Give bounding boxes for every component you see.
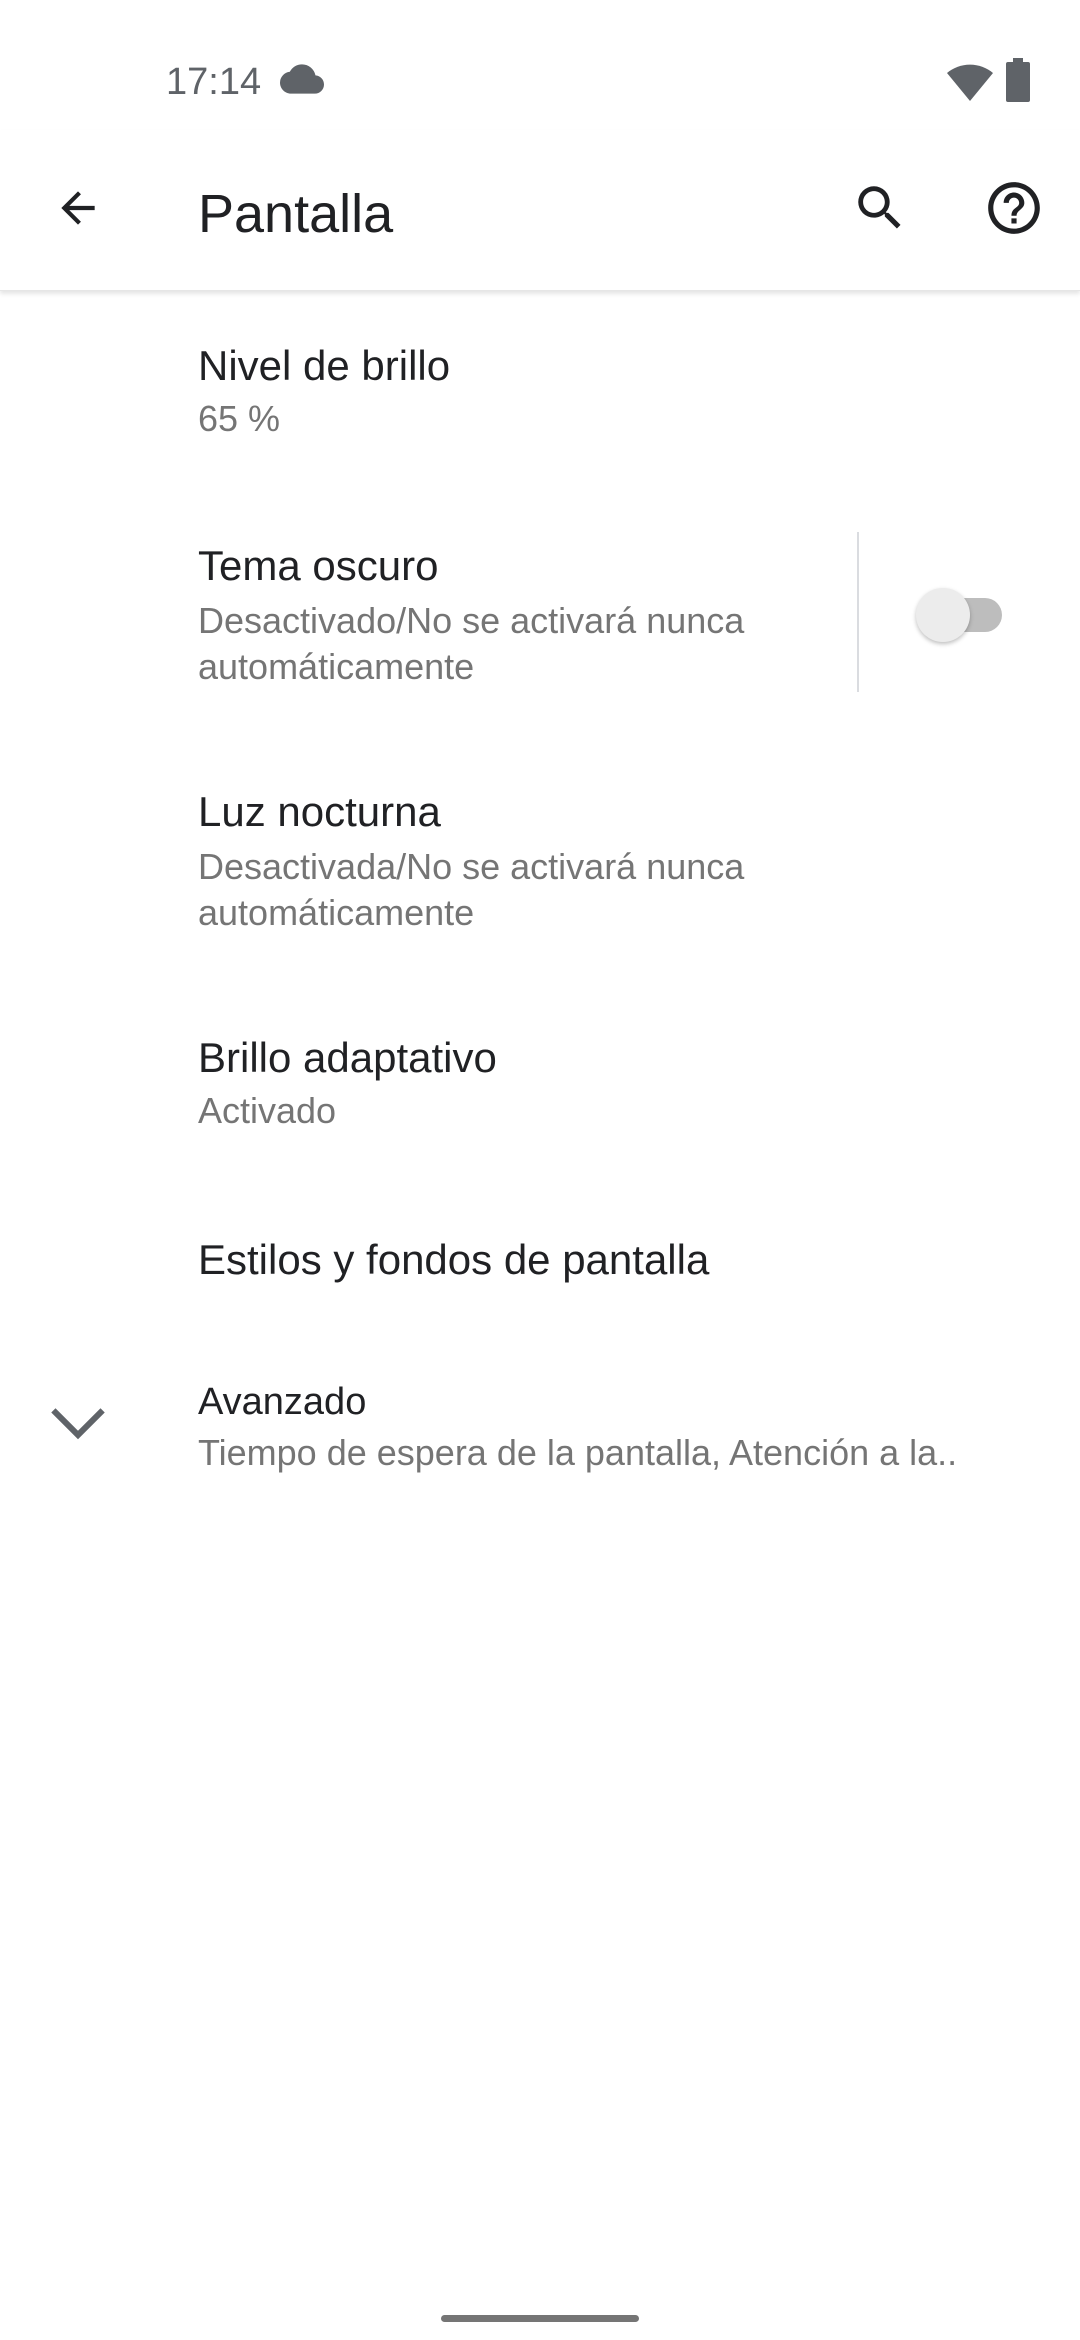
styles-wallpapers-item[interactable]: Estilos y fondos de pantalla bbox=[0, 1210, 1080, 1330]
battery-icon bbox=[1006, 58, 1030, 102]
advanced-item[interactable]: Avanzado Tiempo de espera de la pantalla… bbox=[0, 1366, 1080, 1506]
wifi-icon bbox=[947, 64, 993, 101]
navigation-gesture-handle[interactable] bbox=[441, 2315, 639, 2322]
advanced-title: Avanzado bbox=[198, 1381, 367, 1423]
app-bar: Pantalla bbox=[0, 130, 1080, 291]
night-light-item[interactable]: Luz nocturna Desactivada/No se activará … bbox=[0, 766, 1080, 956]
adaptive-brightness-item[interactable]: Brillo adaptativo Activado bbox=[0, 1012, 1080, 1162]
status-bar: 17:14 bbox=[0, 0, 1080, 130]
night-light-title: Luz nocturna bbox=[198, 788, 441, 835]
dark-theme-divider bbox=[857, 532, 859, 692]
brightness-level-summary: 65 % bbox=[198, 398, 281, 439]
dark-theme-summary-line1: Desactivado/No se activará nunca bbox=[198, 600, 745, 641]
advanced-summary: Tiempo de espera de la pantalla, Atenció… bbox=[198, 1432, 958, 1473]
night-light-summary-line1: Desactivada/No se activará nunca bbox=[198, 846, 745, 887]
search-button[interactable] bbox=[840, 168, 920, 248]
cloud-icon bbox=[280, 64, 324, 94]
dark-theme-switch[interactable] bbox=[916, 586, 1008, 642]
search-icon bbox=[858, 186, 901, 229]
help-icon bbox=[988, 182, 1040, 234]
status-time: 17:14 bbox=[166, 61, 262, 103]
switch-thumb bbox=[916, 588, 970, 642]
help-button[interactable] bbox=[974, 168, 1054, 248]
dark-theme-summary-line2: automáticamente bbox=[198, 646, 475, 687]
display-settings-screen: 17:14 Pantalla Nivel de brillo 65 % Tema… bbox=[0, 0, 1080, 2340]
back-arrow-icon bbox=[61, 191, 95, 225]
back-button[interactable] bbox=[38, 168, 118, 248]
dark-theme-title: Tema oscuro bbox=[198, 542, 439, 589]
styles-wallpapers-title: Estilos y fondos de pantalla bbox=[198, 1236, 710, 1283]
adaptive-brightness-summary: Activado bbox=[198, 1090, 337, 1131]
adaptive-brightness-title: Brillo adaptativo bbox=[198, 1034, 497, 1081]
brightness-level-item[interactable]: Nivel de brillo 65 % bbox=[0, 320, 1080, 470]
brightness-level-title: Nivel de brillo bbox=[198, 342, 451, 389]
night-light-summary-line2: automáticamente bbox=[198, 892, 475, 933]
page-title: Pantalla bbox=[198, 184, 394, 244]
chevron-down-icon[interactable] bbox=[48, 1400, 108, 1450]
